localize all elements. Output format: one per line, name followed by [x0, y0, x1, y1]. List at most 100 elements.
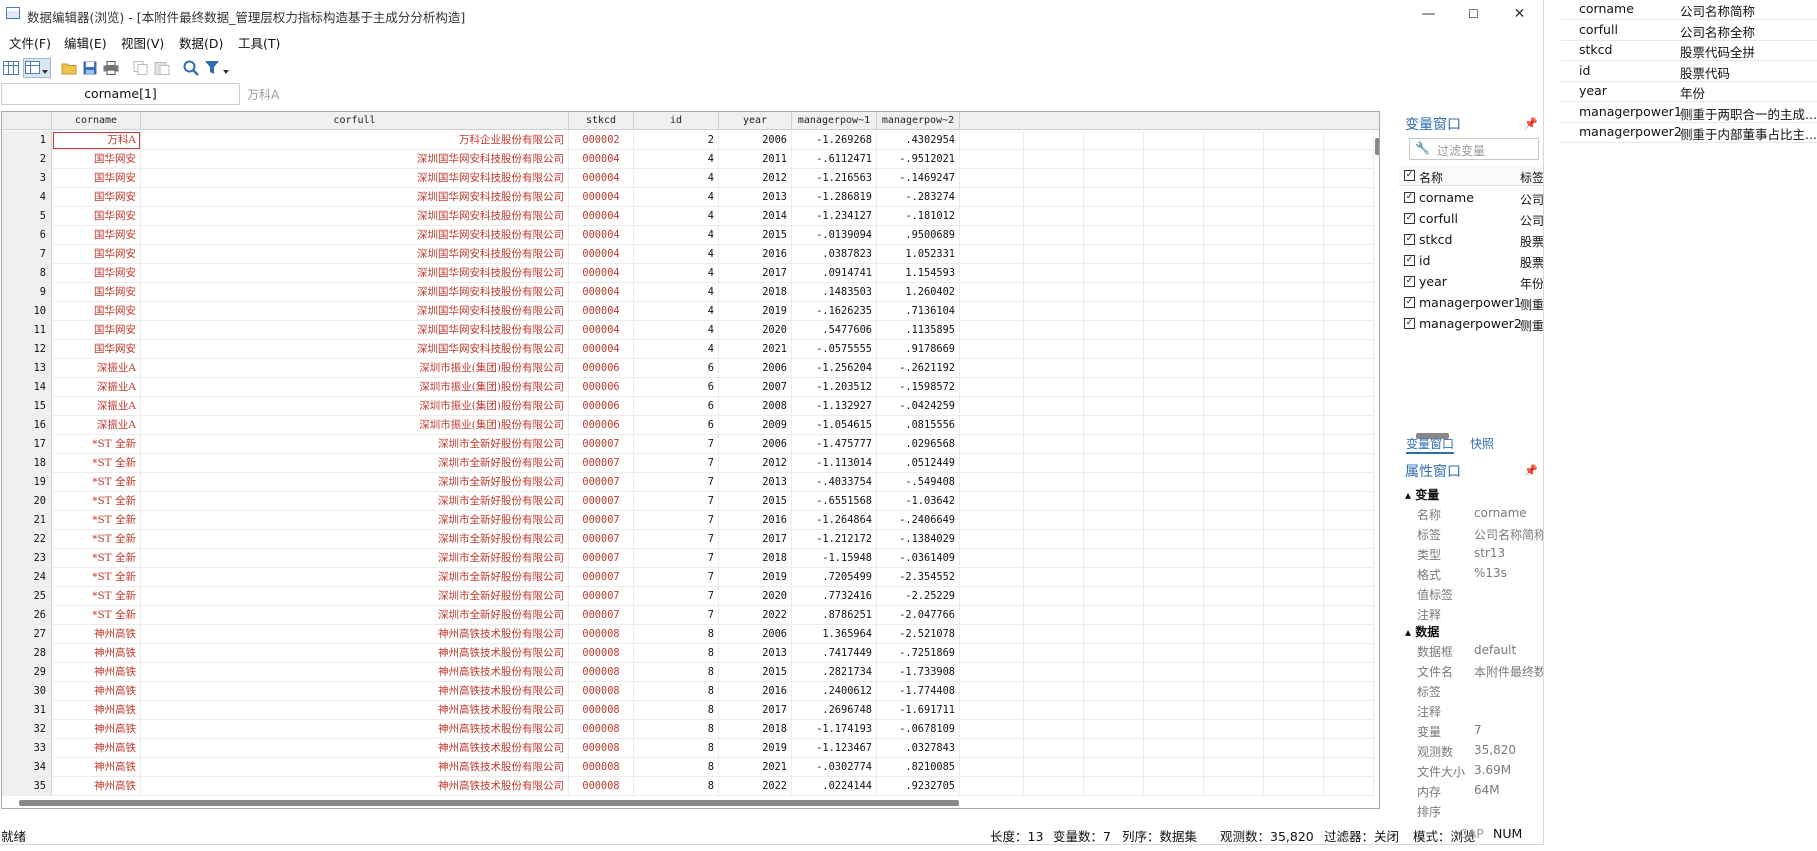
- cell-stkcd[interactable]: 000006: [569, 397, 634, 416]
- cell-managerpower1[interactable]: -1.123467: [792, 739, 877, 758]
- cell-managerpower2[interactable]: 1.260402: [877, 283, 960, 302]
- cell-managerpower2[interactable]: -2.25229: [877, 587, 960, 606]
- cell-year[interactable]: 2020: [719, 587, 792, 606]
- cell-stkcd[interactable]: 000004: [569, 150, 634, 169]
- cell-managerpower2[interactable]: .9500689: [877, 226, 960, 245]
- cell-year[interactable]: 2011: [719, 150, 792, 169]
- cell-id[interactable]: 6: [634, 378, 719, 397]
- cell-corfull[interactable]: 神州高铁技术股份有限公司: [141, 644, 569, 663]
- cell-managerpower2[interactable]: -1.691711: [877, 701, 960, 720]
- cell-corname[interactable]: 国华网安: [52, 226, 141, 245]
- cell-managerpower1[interactable]: -1.475777: [792, 435, 877, 454]
- menu-edit[interactable]: 编辑(E): [64, 33, 107, 52]
- variable-checkbox[interactable]: ✓: [1404, 213, 1415, 224]
- cell-year[interactable]: 2018: [719, 549, 792, 568]
- cell-id[interactable]: 7: [634, 511, 719, 530]
- cell-managerpower2[interactable]: 1.052331: [877, 245, 960, 264]
- cell-managerpower2[interactable]: -.549408: [877, 473, 960, 492]
- cell-stkcd[interactable]: 000006: [569, 359, 634, 378]
- cell-year[interactable]: 2016: [719, 511, 792, 530]
- cell-stkcd[interactable]: 000007: [569, 473, 634, 492]
- cell-stkcd[interactable]: 000007: [569, 492, 634, 511]
- cell-managerpower1[interactable]: .7732416: [792, 587, 877, 606]
- cell-id[interactable]: 6: [634, 359, 719, 378]
- variable-row[interactable]: ✓ managerpower2 侧重: [1399, 314, 1543, 334]
- cell-year[interactable]: 2017: [719, 701, 792, 720]
- minimize-button[interactable]: —: [1406, 0, 1451, 29]
- cell-year[interactable]: 2015: [719, 663, 792, 682]
- name-column-header[interactable]: 名称: [1419, 169, 1443, 186]
- cell-managerpower2[interactable]: -.0678109: [877, 720, 960, 739]
- cell-corfull[interactable]: 神州高铁技术股份有限公司: [141, 758, 569, 777]
- cell-managerpower1[interactable]: .0914741: [792, 264, 877, 283]
- variable-checkbox[interactable]: ✓: [1404, 276, 1415, 287]
- cell-corfull[interactable]: 深圳国华网安科技股份有限公司: [141, 207, 569, 226]
- cell-year[interactable]: 2016: [719, 682, 792, 701]
- cell-year[interactable]: 2016: [719, 245, 792, 264]
- cell-corfull[interactable]: 神州高铁技术股份有限公司: [141, 777, 569, 796]
- cell-corfull[interactable]: 神州高铁技术股份有限公司: [141, 682, 569, 701]
- cell-stkcd[interactable]: 000007: [569, 511, 634, 530]
- cell-corname[interactable]: 深振业A: [52, 359, 141, 378]
- label-column-header[interactable]: 标签: [1520, 169, 1543, 186]
- cell-corfull[interactable]: 深圳国华网安科技股份有限公司: [141, 150, 569, 169]
- cell-year[interactable]: 2013: [719, 473, 792, 492]
- cell-id[interactable]: 7: [634, 606, 719, 625]
- cell-stkcd[interactable]: 000002: [569, 131, 634, 150]
- cell-id[interactable]: 4: [634, 283, 719, 302]
- cell-stkcd[interactable]: 000004: [569, 264, 634, 283]
- variable-row[interactable]: ✓ corfull 公司: [1399, 209, 1543, 229]
- cell-managerpower1[interactable]: -1.15948: [792, 549, 877, 568]
- cell-corname[interactable]: 国华网安: [52, 245, 141, 264]
- vertical-scrollbar[interactable]: [1375, 130, 1379, 790]
- cell-stkcd[interactable]: 000008: [569, 701, 634, 720]
- cell-year[interactable]: 2015: [719, 492, 792, 511]
- cell-corfull[interactable]: 深圳市全新好股份有限公司: [141, 606, 569, 625]
- cell-managerpower2[interactable]: .0327843: [877, 739, 960, 758]
- column-header-corname[interactable]: corname: [52, 112, 141, 130]
- browse-icon[interactable]: [23, 58, 51, 78]
- cell-corfull[interactable]: 深圳市振业(集团)股份有限公司: [141, 378, 569, 397]
- menu-data[interactable]: 数据(D): [179, 33, 223, 52]
- cell-corfull[interactable]: 深圳国华网安科技股份有限公司: [141, 169, 569, 188]
- cell-stkcd[interactable]: 000008: [569, 758, 634, 777]
- cell-corname[interactable]: *ST 全新: [52, 606, 141, 625]
- cell-corname[interactable]: 国华网安: [52, 340, 141, 359]
- cell-corname[interactable]: *ST 全新: [52, 587, 141, 606]
- cell-managerpower2[interactable]: -.1598572: [877, 378, 960, 397]
- cell-id[interactable]: 8: [634, 663, 719, 682]
- cell-managerpower1[interactable]: -.6112471: [792, 150, 877, 169]
- cell-stkcd[interactable]: 000004: [569, 169, 634, 188]
- cell-corname[interactable]: *ST 全新: [52, 454, 141, 473]
- cell-year[interactable]: 2006: [719, 359, 792, 378]
- cell-corname[interactable]: 神州高铁: [52, 739, 141, 758]
- cell-managerpower2[interactable]: -.9512021: [877, 150, 960, 169]
- cell-corname[interactable]: *ST 全新: [52, 435, 141, 454]
- cell-id[interactable]: 8: [634, 777, 719, 796]
- cell-managerpower1[interactable]: -1.269268: [792, 131, 877, 150]
- cell-corname[interactable]: 神州高铁: [52, 682, 141, 701]
- cell-managerpower2[interactable]: -2.354552: [877, 568, 960, 587]
- print-icon[interactable]: [101, 58, 121, 78]
- variable-row[interactable]: ✓ managerpower1 侧重: [1399, 293, 1543, 313]
- cell-corname[interactable]: 神州高铁: [52, 777, 141, 796]
- column-header-stkcd[interactable]: stkcd: [569, 112, 634, 130]
- cell-managerpower1[interactable]: -1.256204: [792, 359, 877, 378]
- cell-managerpower2[interactable]: -1.03642: [877, 492, 960, 511]
- cell-year[interactable]: 2006: [719, 435, 792, 454]
- cell-managerpower2[interactable]: .1135895: [877, 321, 960, 340]
- cell-managerpower1[interactable]: -1.132927: [792, 397, 877, 416]
- cell-managerpower1[interactable]: -1.286819: [792, 188, 877, 207]
- cell-corname[interactable]: 国华网安: [52, 169, 141, 188]
- cell-stkcd[interactable]: 000007: [569, 568, 634, 587]
- cell-id[interactable]: 4: [634, 169, 719, 188]
- cell-corfull[interactable]: 深圳国华网安科技股份有限公司: [141, 283, 569, 302]
- cell-managerpower1[interactable]: .0224144: [792, 777, 877, 796]
- maximize-button[interactable]: ☐: [1451, 0, 1496, 29]
- tab-snapshots[interactable]: 快照: [1470, 435, 1494, 452]
- select-all-checkbox[interactable]: ✓: [1404, 170, 1415, 181]
- cell-managerpower1[interactable]: .8786251: [792, 606, 877, 625]
- cell-id[interactable]: 8: [634, 625, 719, 644]
- cell-id[interactable]: 8: [634, 739, 719, 758]
- cell-stkcd[interactable]: 000004: [569, 302, 634, 321]
